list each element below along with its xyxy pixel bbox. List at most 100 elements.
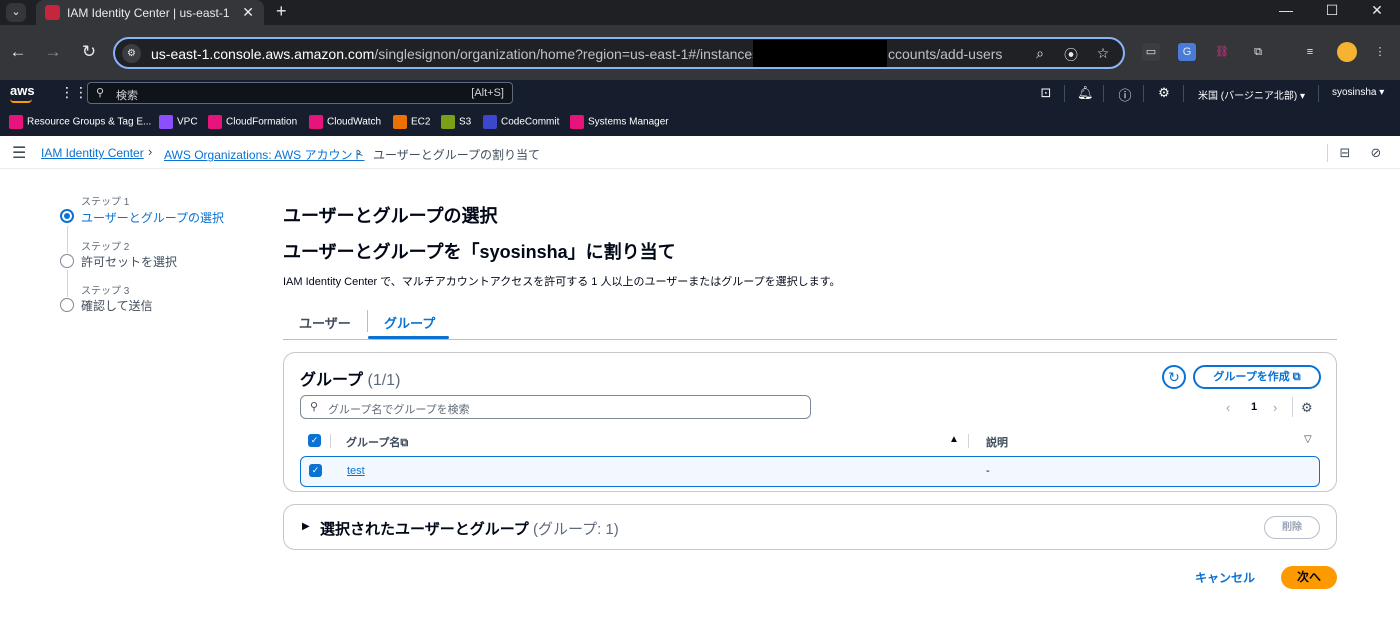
cloudformation-icon [208, 115, 222, 129]
row-checkbox[interactable]: ✓ [309, 464, 322, 477]
table-row[interactable]: ✓ test - [300, 456, 1320, 487]
location-pin-icon[interactable]: ⦿ [1062, 45, 1080, 65]
step-connector [67, 270, 68, 297]
region-selector[interactable]: 米国 (バージニア北部) ▾ [1198, 87, 1305, 102]
table-preferences-gear-icon[interactable]: ⚙ [1301, 400, 1313, 416]
window-maximize-button[interactable]: ☐ [1317, 2, 1347, 19]
groups-count: (1/1) [367, 372, 401, 389]
address-bar[interactable]: ⚙ us-east-1.console.aws.amazon.com/singl… [113, 37, 1125, 69]
extension-link-icon[interactable]: ⛓ [1213, 43, 1231, 61]
favorite-label: Resource Groups & Tag E... [27, 116, 152, 128]
cancel-button[interactable]: キャンセル [1195, 569, 1255, 586]
column-header-description[interactable]: 説明 [986, 434, 1008, 450]
new-tab-button[interactable]: + [276, 1, 287, 22]
step-connector [67, 226, 68, 253]
step-2-indicator [60, 254, 74, 268]
step-3-number: ステップ 3 [81, 286, 130, 297]
help-panel-icon[interactable]: ⊘ [1368, 145, 1384, 161]
page-title: ユーザーとグループの選択 [283, 206, 498, 226]
external-link-icon: ⧉ [1292, 371, 1301, 383]
breadcrumb-separator: › [148, 144, 153, 159]
tab-title: IAM Identity Center | us-east-1 [67, 6, 230, 20]
select-all-checkbox[interactable]: ✓ [308, 434, 321, 447]
selected-principals-section[interactable]: ▶ 選択されたユーザーとグループ (グループ: 1) 削除 [283, 504, 1337, 550]
browser-menu-icon[interactable]: ⋮ [1371, 43, 1389, 61]
notifications-bell-icon[interactable]: 🔔︎ [1077, 85, 1094, 101]
group-search-placeholder: グループ名でグループを検索 [328, 404, 470, 416]
selected-principals-title[interactable]: 選択されたユーザーとグループ (グループ: 1) [320, 518, 619, 539]
next-page-icon[interactable]: › [1273, 400, 1277, 415]
create-group-button[interactable]: グループを作成 ⧉ [1193, 365, 1321, 389]
expand-caret-icon[interactable]: ▶ [302, 521, 310, 532]
breadcrumb-aws-accounts[interactable]: AWS Organizations: AWS アカウント [164, 146, 365, 163]
tab-search-menu-button[interactable]: ⌄ [6, 3, 26, 22]
extension-translate-icon[interactable]: G [1178, 43, 1196, 61]
breadcrumb-iam-identity-center[interactable]: IAM Identity Center [41, 146, 144, 160]
url-redaction [753, 40, 887, 67]
groups-heading: グループ [300, 372, 364, 389]
nav-divider [1318, 85, 1319, 102]
step-1-title: ユーザーとグループの選択 [81, 211, 225, 225]
refresh-icon: ↻ [1168, 369, 1180, 385]
window-close-button[interactable]: ✕ [1362, 2, 1392, 19]
aws-console-nav: aws ⋮⋮⋮ ⚲ 検索 [Alt+S] ⊡ 🔔︎ ⓘ ⚙ 米国 (バージニア北… [0, 80, 1400, 107]
tab-users[interactable]: ユーザー [299, 313, 351, 332]
favorite-cloudformation[interactable]: CloudFormation [208, 115, 297, 129]
search-icon: ⚲ [96, 87, 105, 99]
tab-close-icon[interactable]: ✕ [242, 4, 254, 21]
favorite-cloudwatch[interactable]: CloudWatch [309, 115, 381, 129]
nav-divider [1103, 85, 1104, 102]
hamburger-menu-icon[interactable]: ☰ [12, 143, 26, 163]
favorite-s3[interactable]: S3 [441, 115, 471, 129]
sort-icon[interactable]: ▽ [1304, 434, 1312, 445]
aws-search-input[interactable]: ⚲ 検索 [Alt+S] [87, 82, 513, 104]
tab-groups[interactable]: グループ [384, 313, 435, 332]
extension-cast-icon[interactable]: ▭ [1142, 43, 1160, 61]
help-icon[interactable]: ⓘ [1117, 85, 1133, 104]
url-path: /singlesignon/organization/home?region=u… [374, 46, 764, 62]
toolbar-divider [1327, 144, 1328, 162]
favorite-resource-groups[interactable]: Resource Groups & Tag E... [9, 115, 151, 129]
cloudwatch-icon [309, 115, 323, 129]
next-button[interactable]: 次へ [1281, 566, 1337, 589]
forward-arrow-icon[interactable]: → [42, 42, 64, 62]
browser-tab[interactable]: IAM Identity Center | us-east-1 ✕ [36, 0, 264, 25]
cloudshell-icon[interactable]: ⊡ [1038, 85, 1054, 101]
favorite-vpc[interactable]: VPC [159, 115, 198, 129]
account-menu[interactable]: syosinsha ▾ [1332, 87, 1384, 98]
favorite-label: VPC [177, 116, 198, 128]
favorite-label: CloudFormation [226, 116, 298, 128]
window-minimize-button[interactable]: — [1271, 2, 1301, 18]
url-host: us-east-1.console.aws.amazon.com [151, 46, 375, 62]
create-group-label: グループを作成 [1213, 371, 1290, 383]
favorite-systems-manager[interactable]: Systems Manager [570, 115, 669, 129]
nav-divider [1064, 85, 1065, 102]
reload-icon[interactable]: ↻ [78, 42, 100, 62]
nav-divider [1143, 85, 1144, 102]
column-header-group-name[interactable]: グループ名⧉ [346, 434, 408, 450]
previous-page-icon[interactable]: ‹ [1226, 400, 1230, 415]
extensions-puzzle-icon[interactable]: ⧉ [1249, 43, 1267, 61]
zoom-icon[interactable]: ⌕ [1031, 45, 1049, 62]
bookmark-star-icon[interactable]: ☆ [1094, 45, 1112, 62]
url-tail: ccounts/add-users [888, 46, 1003, 62]
current-page-number[interactable]: 1 [1251, 401, 1257, 413]
remove-button[interactable]: 削除 [1264, 516, 1320, 539]
profile-avatar[interactable] [1337, 42, 1357, 62]
info-panel-icon[interactable]: ⊟ [1337, 145, 1353, 161]
back-arrow-icon[interactable]: ← [7, 42, 29, 62]
refresh-button[interactable]: ↻ [1162, 365, 1186, 389]
group-name-link[interactable]: test [347, 465, 365, 477]
favorite-ec2[interactable]: EC2 [393, 115, 430, 129]
url-text: us-east-1.console.aws.amazon.com/singles… [151, 46, 763, 62]
favorite-codecommit[interactable]: CodeCommit [483, 115, 559, 129]
aws-logo-smile [10, 99, 32, 103]
settings-gear-icon[interactable]: ⚙ [1156, 85, 1172, 101]
aws-logo[interactable]: aws [10, 83, 35, 98]
reading-list-icon[interactable]: ≡ [1301, 43, 1319, 61]
site-info-icon[interactable]: ⚙ [122, 44, 141, 63]
group-search-input[interactable]: ⚲ グループ名でグループを検索 [300, 395, 811, 419]
page-description: IAM Identity Center で、マルチアカウントアクセスを許可する … [283, 276, 841, 288]
sort-ascending-icon[interactable]: ▲ [949, 434, 959, 445]
active-tab-underline [368, 336, 449, 339]
